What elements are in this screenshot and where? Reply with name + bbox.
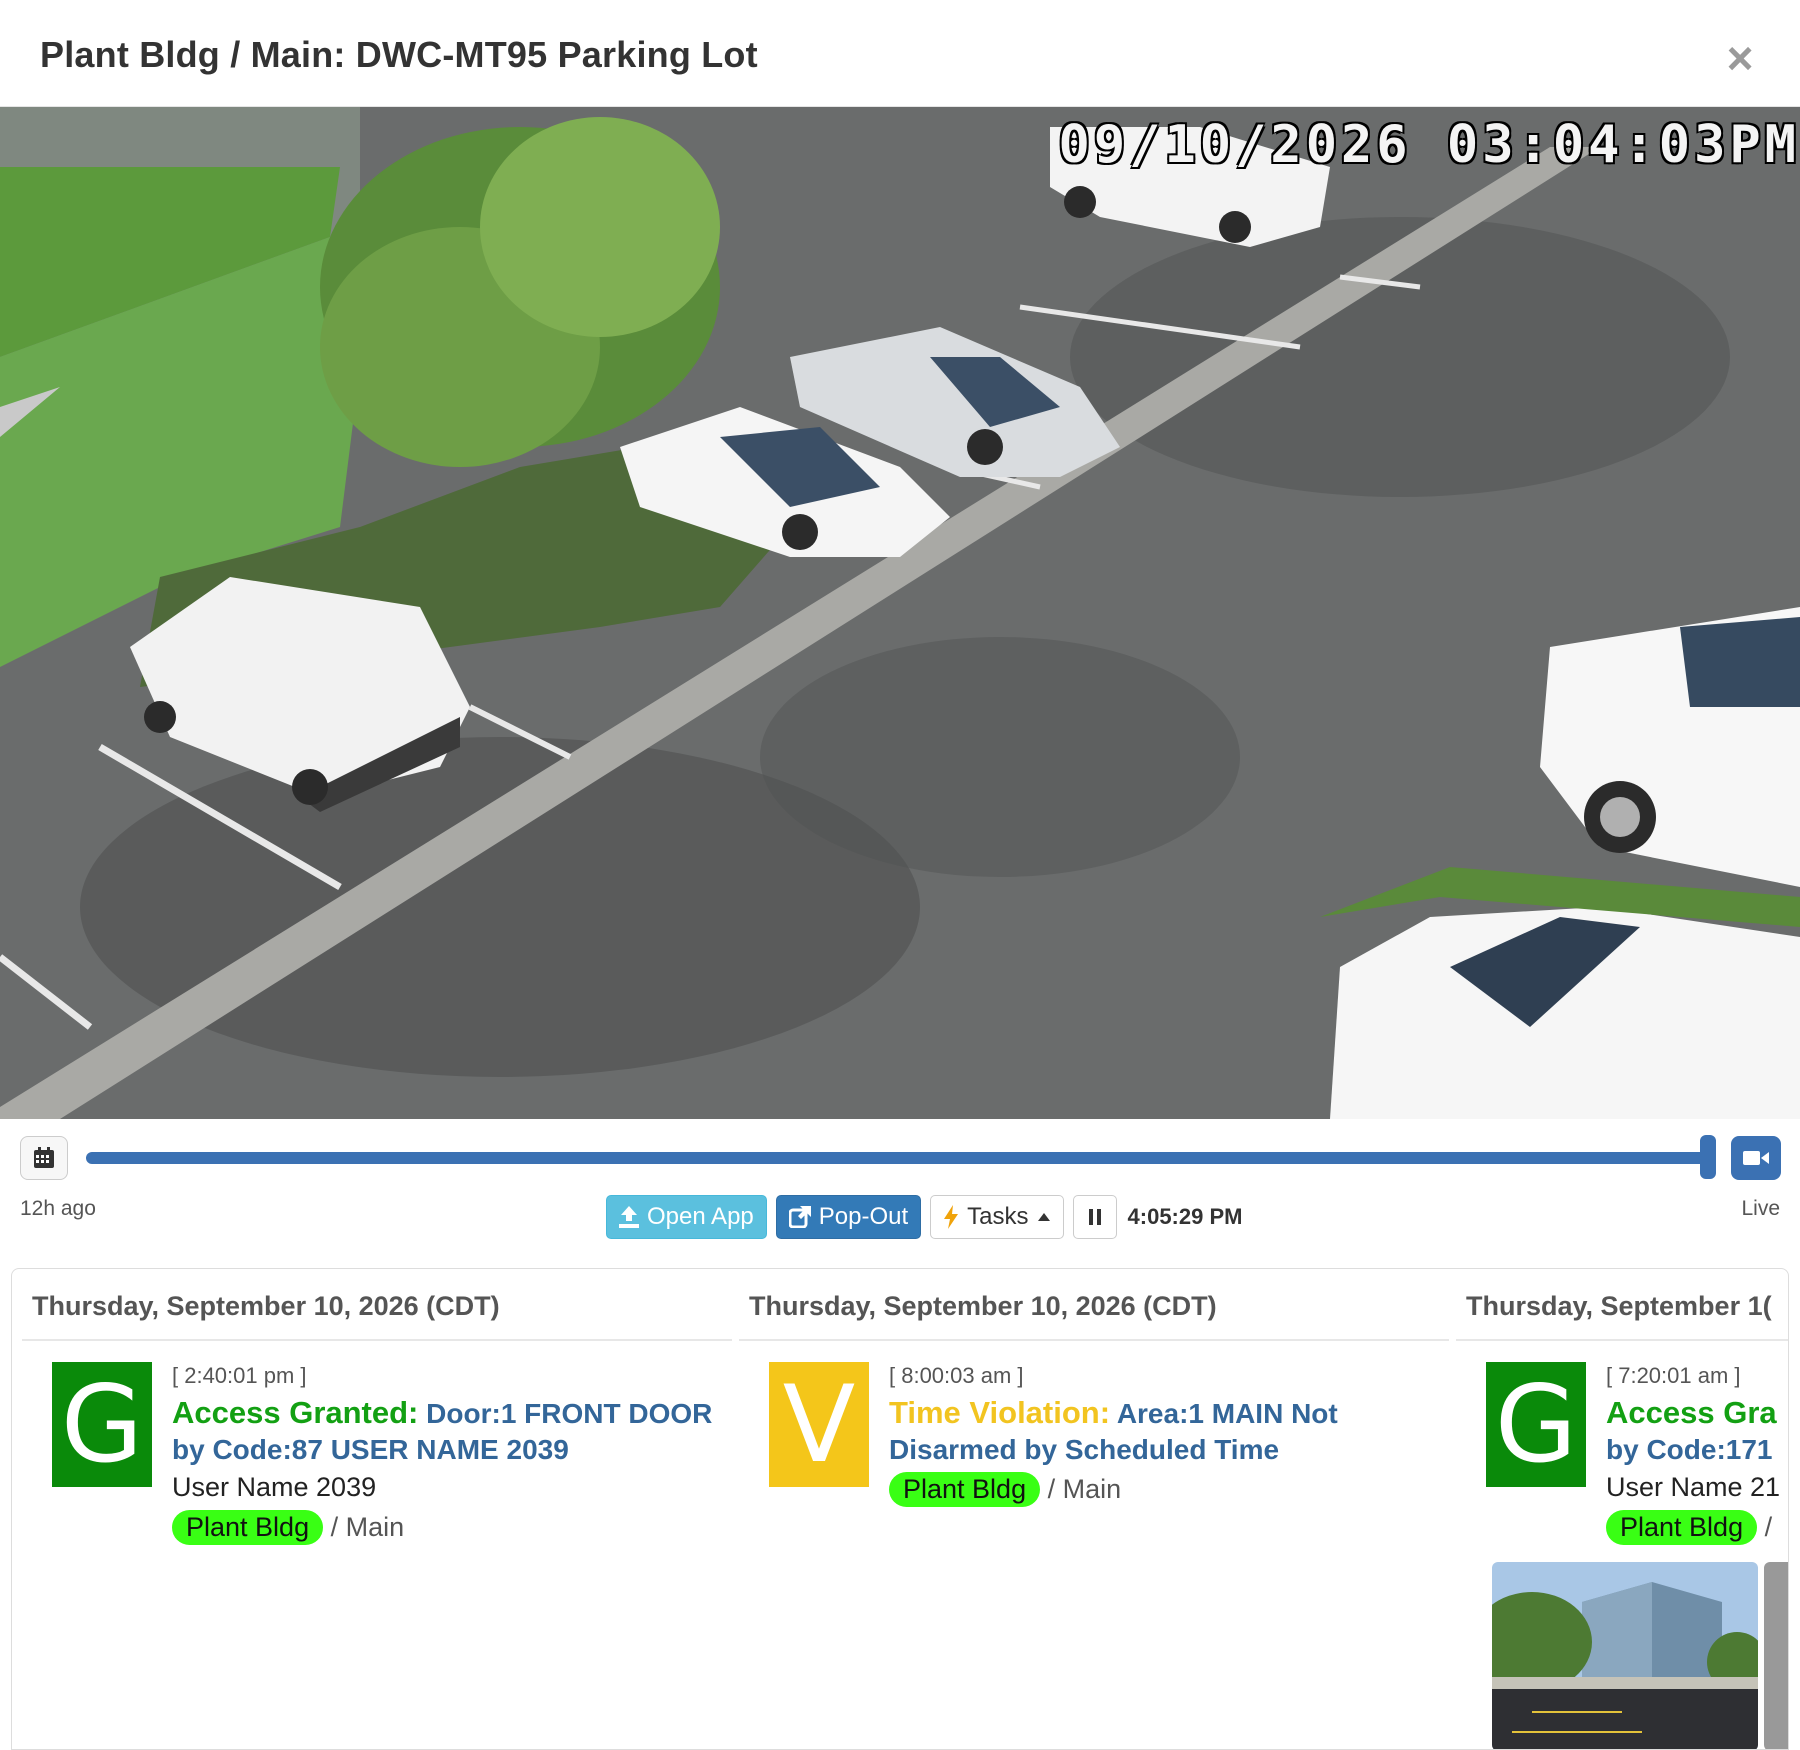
open-app-button[interactable]: Open App bbox=[606, 1195, 767, 1239]
event-user: User Name 2039 bbox=[172, 1472, 377, 1502]
event-description: Time Violation: Area:1 MAIN Not Disarmed… bbox=[889, 1395, 1449, 1468]
event-area: / bbox=[1764, 1512, 1773, 1542]
live-button[interactable] bbox=[1731, 1136, 1781, 1180]
pause-button[interactable] bbox=[1072, 1195, 1117, 1239]
event-user: User Name 21 bbox=[1606, 1472, 1781, 1502]
open-app-label: Open App bbox=[647, 1203, 754, 1230]
timeline-thumb[interactable] bbox=[1700, 1135, 1716, 1179]
calendar-icon bbox=[34, 1147, 54, 1168]
event-type: Access Granted: bbox=[172, 1395, 419, 1430]
event-location: Plant Bldg / Main bbox=[172, 1510, 732, 1545]
building-snapshot bbox=[1492, 1562, 1758, 1749]
external-link-icon bbox=[788, 1206, 811, 1228]
event-body: [ 2:40:01 pm ] Access Granted: Door:1 FR… bbox=[172, 1363, 732, 1545]
event-time: [ 7:20:01 am ] bbox=[1606, 1363, 1741, 1388]
event-location: Plant Bldg / bbox=[1606, 1510, 1788, 1545]
day-header: Thursday, September 10, 2026 (CDT) bbox=[739, 1269, 1449, 1341]
events-panel[interactable]: Thursday, September 10, 2026 (CDT) G [ 2… bbox=[11, 1268, 1789, 1750]
site-pill[interactable]: Plant Bldg bbox=[1606, 1510, 1758, 1545]
event-body: [ 8:00:03 am ] Time Violation: Area:1 MA… bbox=[889, 1363, 1449, 1507]
event-card[interactable]: Thursday, September 10, 2026 (CDT) V [ 8… bbox=[729, 1269, 1449, 1749]
video-camera-icon bbox=[1743, 1151, 1769, 1165]
event-area: / Main bbox=[330, 1512, 405, 1542]
event-area: / Main bbox=[1047, 1474, 1122, 1504]
event-description: Access Gra by Code:171 bbox=[1606, 1395, 1788, 1468]
event-location: Plant Bldg / Main bbox=[889, 1472, 1449, 1507]
parking-lot-scene bbox=[0, 107, 1800, 1119]
day-header: Thursday, September 1( bbox=[1456, 1269, 1788, 1341]
event-time: [ 8:00:03 am ] bbox=[889, 1363, 1024, 1388]
event-type: Time Violation: bbox=[889, 1395, 1111, 1430]
site-pill[interactable]: Plant Bldg bbox=[889, 1472, 1041, 1507]
upload-icon bbox=[619, 1206, 639, 1228]
modal-title: Plant Bldg / Main: DWC-MT95 Parking Lot bbox=[40, 34, 758, 75]
event-detail: by Code:171 bbox=[1606, 1434, 1773, 1465]
video-timestamp-overlay: 09/10/2026 03:04:03PM bbox=[1058, 115, 1800, 175]
event-type-badge: V bbox=[769, 1362, 869, 1487]
tasks-label: Tasks bbox=[967, 1203, 1029, 1230]
timeline-end-label: Live bbox=[1741, 1197, 1780, 1220]
event-type-badge: G bbox=[1486, 1362, 1586, 1487]
timeline-start-label: 12h ago bbox=[20, 1197, 96, 1220]
timeline-track[interactable] bbox=[86, 1152, 1716, 1164]
event-type: Access Gra bbox=[1606, 1395, 1777, 1430]
pause-icon bbox=[1088, 1209, 1101, 1225]
calendar-button[interactable] bbox=[20, 1136, 68, 1180]
close-icon[interactable]: × bbox=[1720, 35, 1760, 81]
caret-up-icon bbox=[1037, 1213, 1050, 1221]
camera-video[interactable]: 09/10/2026 03:04:03PM bbox=[0, 107, 1800, 1119]
modal-header: Plant Bldg / Main: DWC-MT95 Parking Lot … bbox=[0, 0, 1800, 107]
timeline: 12h ago Live Open App Pop-Out Tasks 4:05… bbox=[0, 1119, 1800, 1269]
playback-clock: 4:05:29 PM bbox=[1127, 1204, 1243, 1229]
tasks-dropdown[interactable]: Tasks bbox=[930, 1195, 1064, 1239]
event-description: Access Granted: Door:1 FRONT DOOR by Cod… bbox=[172, 1395, 732, 1468]
site-pill[interactable]: Plant Bldg bbox=[172, 1510, 324, 1545]
day-header: Thursday, September 10, 2026 (CDT) bbox=[22, 1269, 732, 1341]
event-card[interactable]: Thursday, September 10, 2026 (CDT) G [ 2… bbox=[12, 1269, 732, 1749]
event-type-badge: G bbox=[52, 1362, 152, 1487]
event-body: [ 7:20:01 am ] Access Gra by Code:171 Us… bbox=[1606, 1363, 1788, 1545]
event-time: [ 2:40:01 pm ] bbox=[172, 1363, 307, 1388]
event-snapshot-thumbnail[interactable] bbox=[1492, 1562, 1758, 1749]
bolt-icon bbox=[944, 1205, 959, 1229]
pop-out-button[interactable]: Pop-Out bbox=[775, 1195, 922, 1239]
event-snapshot-thumbnail[interactable] bbox=[1764, 1562, 1788, 1749]
pop-out-label: Pop-Out bbox=[818, 1203, 909, 1230]
playback-toolbar: Open App Pop-Out Tasks 4:05:29 PM bbox=[606, 1195, 1242, 1239]
